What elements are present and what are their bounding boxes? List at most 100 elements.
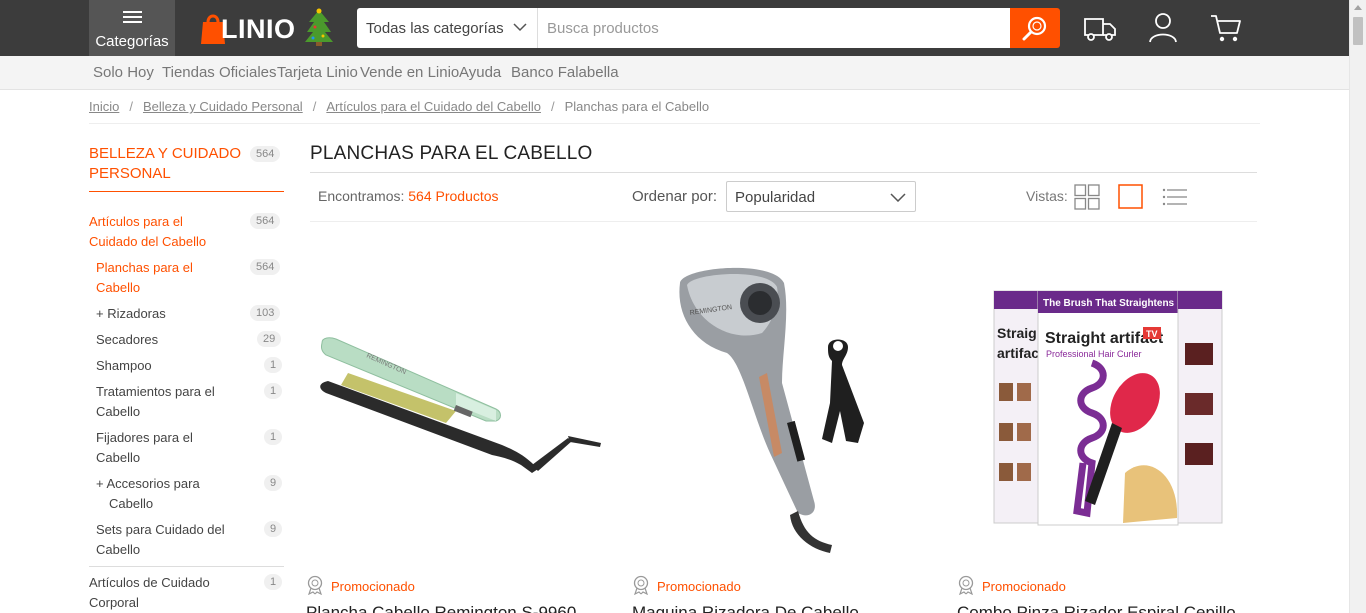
hair-curler-image: REMINGTON <box>679 267 864 553</box>
subnav-solo-hoy[interactable]: Solo Hoy <box>93 64 154 81</box>
box-tagline: The Brush That Straightens Hair! <box>1043 298 1200 309</box>
chevron-down-icon <box>513 23 527 32</box>
count-badge: 29 <box>257 331 282 347</box>
count-badge: 1 <box>264 383 283 399</box>
breadcrumb-inicio[interactable]: Inicio <box>89 99 119 114</box>
promoted-label: Promocionado <box>657 579 741 594</box>
product-card[interactable]: REMINGTON Promocionado Maquina Rizadora … <box>632 243 932 613</box>
sidebar-item-rizadoras[interactable]: + Rizadoras <box>96 304 166 324</box>
subnav-tiendas-oficiales[interactable]: Tiendas Oficiales <box>162 64 277 81</box>
breadcrumb-belleza[interactable]: Belleza y Cuidado Personal <box>143 99 303 114</box>
sidebar-item-sets[interactable]: Sets para Cuidado del Cabello <box>96 520 225 560</box>
product-card[interactable]: Straight artifact The Brush That Straigh… <box>957 243 1257 613</box>
breadcrumb-current: Planchas para el Cabello <box>564 99 710 114</box>
page-scrollbar[interactable] <box>1349 0 1366 613</box>
list-view-icon[interactable] <box>1162 184 1188 210</box>
sidebar-item-label: Cabello <box>96 404 141 419</box>
top-header: Categorías LINIO Todas las categorías <box>0 0 1349 56</box>
sort-select[interactable]: Popularidad <box>726 181 916 212</box>
sort-label: Ordenar por: <box>632 188 718 205</box>
categories-menu-label: Categorías <box>95 33 169 50</box>
grid-view-icon[interactable] <box>1074 184 1100 210</box>
sidebar-title-line2: PERSONAL <box>89 165 171 182</box>
scroll-up-arrow-icon[interactable] <box>1354 5 1362 10</box>
count-badge: 1 <box>264 429 283 445</box>
results-number: 564 Productos <box>408 188 499 204</box>
divider <box>89 123 1260 124</box>
count-badge: 564 <box>250 146 281 162</box>
user-account-icon[interactable] <box>1145 10 1181 46</box>
breadcrumb-separator: / <box>129 99 133 114</box>
sidebar-item-label: Cabello <box>96 542 141 557</box>
sidebar-item-label: Secadores <box>96 332 159 347</box>
sidebar-item-secadores[interactable]: Secadores <box>96 330 158 350</box>
box-subtitle: Professional Hair Curler <box>1046 349 1142 359</box>
search-input[interactable] <box>538 8 1010 48</box>
christmas-tree-icon <box>305 8 333 46</box>
sidebar-divider <box>89 566 284 567</box>
single-view-icon[interactable] <box>1118 184 1144 210</box>
logo-text: LINIO <box>221 14 296 44</box>
scrollbar-thumb[interactable] <box>1353 17 1363 45</box>
sidebar-item-label: Tratamientos para el <box>96 384 215 399</box>
sidebar-item-label: + Accesorios para <box>96 476 200 491</box>
promoted-label: Promocionado <box>982 579 1066 594</box>
award-ribbon-icon <box>958 575 974 595</box>
sidebar-item-label: Artículos de Cuidado <box>89 575 210 590</box>
sidebar-item-planchas[interactable]: Planchas para el Cabello <box>96 258 193 298</box>
views-label: Vistas: <box>1026 188 1068 204</box>
sidebar-item-label: Cabello <box>109 496 154 511</box>
count-badge: 1 <box>264 357 283 373</box>
award-ribbon-icon <box>633 575 649 595</box>
hamburger-icon <box>123 11 142 23</box>
product-title[interactable]: Plancha Cabello Remington S-9960 <box>306 603 606 613</box>
results-prefix: Encontramos: <box>318 188 405 204</box>
breadcrumb: Inicio / Belleza y Cuidado Personal / Artícu… <box>89 99 709 114</box>
sidebar-item-label: Cabello <box>96 280 141 295</box>
count-badge: 564 <box>250 259 281 275</box>
subnav-banco-falabella[interactable]: Banco Falabella <box>511 64 619 81</box>
box-name-line2: artifact <box>997 345 1044 361</box>
search-button[interactable] <box>1010 8 1060 48</box>
product-card[interactable]: REMINGTON Promocionado Plancha Cabello R… <box>306 243 606 613</box>
subnav-ayuda[interactable]: Ayuda <box>459 64 501 81</box>
category-select[interactable]: Todas las categorías <box>357 8 538 48</box>
sidebar-item-label: + Rizadoras <box>96 306 166 321</box>
chevron-down-icon <box>890 193 906 202</box>
search-icon <box>1022 16 1047 41</box>
count-badge: 1 <box>264 574 283 590</box>
sidebar-item-accesorios[interactable]: + Accesorios para Cabello <box>96 474 200 514</box>
sidebar-item-label: Planchas para el <box>96 260 193 275</box>
count-badge: 9 <box>264 475 283 491</box>
divider <box>310 172 1257 173</box>
sidebar-item-label: Sets para Cuidado del <box>96 522 225 537</box>
sidebar-item-label: Cuidado del Cabello <box>89 234 207 249</box>
sidebar-item-tratamientos[interactable]: Tratamientos para el Cabello <box>96 382 215 422</box>
sort-select-value: Popularidad <box>735 189 816 206</box>
tv-badge: TV <box>1146 329 1158 339</box>
delivery-truck-icon[interactable] <box>1082 10 1118 46</box>
promoted-label: Promocionado <box>331 579 415 594</box>
results-count: Encontramos: 564 Productos <box>318 188 499 204</box>
sidebar-item-fijadores[interactable]: Fijadores para el Cabello <box>96 428 193 468</box>
sidebar-category-title[interactable]: BELLEZA Y CUIDADO PERSONAL <box>89 144 249 184</box>
sidebar-item-label: Cabello <box>96 450 141 465</box>
linio-logo[interactable]: LINIO <box>199 8 339 48</box>
breadcrumb-separator: / <box>312 99 317 114</box>
sidebar-item-cuidado-corporal[interactable]: Artículos de Cuidado Corporal <box>89 573 210 613</box>
product-title[interactable]: Maquina Rizadora De Cabello <box>632 603 932 613</box>
sidebar-item-cuidado-cabello[interactable]: Artículos para el Cuidado del Cabello <box>89 212 206 252</box>
product-title[interactable]: Combo Pinza Rizador Espiral Cepillo <box>957 603 1257 613</box>
breadcrumb-cuidado-cabello[interactable]: Artículos para el Cuidado del Cabello <box>326 99 541 114</box>
sidebar-item-shampoo[interactable]: Shampoo <box>96 356 152 376</box>
hair-straightener-image: REMINGTON <box>320 337 601 473</box>
shopping-cart-icon[interactable] <box>1208 10 1244 46</box>
page-title: PLANCHAS PARA EL CABELLO <box>310 143 593 164</box>
category-select-value: Todas las categorías <box>366 20 504 37</box>
subnav-vende-en-linio[interactable]: Vende en Linio <box>360 64 459 81</box>
subnav-tarjeta-linio[interactable]: Tarjeta Linio <box>277 64 358 81</box>
divider <box>310 221 1257 222</box>
sidebar-item-label: Artículos para el <box>89 214 183 229</box>
categories-menu-button[interactable]: Categorías <box>89 0 175 56</box>
sidebar-item-label: Fijadores para el <box>96 430 193 445</box>
